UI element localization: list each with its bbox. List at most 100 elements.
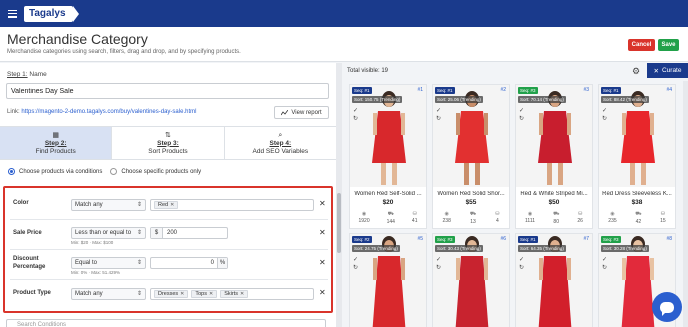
check-icon[interactable]: ✓ [436,256,441,263]
position-label: #5 [417,236,423,242]
operator-select[interactable]: Equal to ⇕ [71,257,146,269]
cart-stat: ⛟ 144 [387,211,395,225]
cart-icon: ⛟ [553,211,560,217]
check-icon[interactable]: ✓ [353,256,358,263]
price-input[interactable]: $ 200 [150,227,228,239]
check-icon[interactable]: ✓ [602,107,607,114]
remove-condition-icon[interactable]: ✕ [319,199,326,208]
card-actions: ✓ ↻ [353,107,358,122]
remove-condition-icon[interactable]: ✕ [319,258,326,267]
value-tag-input[interactable]: Dresses ✕ Tops ✕ Skirts ✕ [150,288,314,300]
results-scrollbar[interactable] [683,81,688,327]
cart-count: 13 [470,219,476,225]
product-card[interactable]: Seq: #3 Sort: 70.14 (Trending) #3 ✓ ↻ Red & W… [515,84,593,229]
refresh-icon[interactable]: ↻ [602,115,607,122]
check-icon[interactable]: ✓ [519,256,524,263]
category-link[interactable]: https://magento-2-demo.tagalys.com/buy/v… [21,109,196,115]
menu-icon[interactable] [8,9,17,18]
condition-row-discount: Discount Percentage Equal to ⇕ Min: 0% ·… [10,250,328,280]
value-tag-input[interactable]: Red ✕ [150,199,314,211]
product-card[interactable]: Seq: #3 Sort: 30.43 (Trending) #6 ✓ ↻ [432,233,510,327]
view-report-button[interactable]: View report [274,106,329,119]
product-card[interactable]: Seq: #1 Sort: 88.42 (Trending) #4 ✓ ↻ Red Dre… [598,84,676,229]
refresh-icon[interactable]: ↻ [353,264,358,271]
search-icon: ⌕ [278,131,283,139]
step-tabs: ▦ Step 2: Find Products ⇅ Step 3: Sort P… [0,126,336,160]
operator-select[interactable]: Match any ⇕ [71,288,146,300]
tag-label: Skirts [224,291,238,297]
card-actions: ✓ ↻ [436,107,441,122]
total-visible-count: Total visible: 19 [347,68,389,74]
tab-seo-variables[interactable]: ⌕ Step 4: Add SEO Variables [225,127,336,159]
radio-conditions[interactable]: Choose products via conditions [8,168,102,175]
discount-input[interactable]: 0 % [150,257,228,269]
operator-value: Equal to [75,260,98,266]
radio-unselected-icon [110,168,118,175]
check-icon[interactable]: ✓ [436,107,441,114]
gear-icon[interactable]: ⚙ [632,66,640,77]
step-4-label: Add SEO Variables [252,147,309,155]
remove-tag-icon[interactable]: ✕ [209,291,213,297]
top-bar: Tagalys [0,0,688,27]
scrollbar-thumb[interactable] [337,193,341,253]
category-name-input[interactable] [6,83,329,99]
cancel-button[interactable]: Cancel [628,39,655,51]
sequence-badge: Seq: #1 [352,87,372,94]
product-mode-radios: Choose products via conditions Choose sp… [8,168,201,175]
refresh-icon[interactable]: ↻ [436,264,441,271]
product-name: Women Red Self-Solid ... [354,191,422,197]
sort-score-badge: Sort: 30.43 (Trending) [435,245,483,252]
currency-prefix: $ [151,228,163,238]
range-hint: Min: $20 · Max: $100 [71,240,114,245]
sort-score-badge: Sort: 30.28 (Trending) [601,245,649,252]
check-icon[interactable]: ✓ [602,256,607,263]
select-caret-icon: ⇕ [136,260,142,266]
refresh-icon[interactable]: ↻ [519,264,524,271]
product-card[interactable]: Seq: #1 Sort: 25.06 (Trending) #2 ✓ ↻ Women R… [432,84,510,229]
radio-conditions-label: Choose products via conditions [19,168,103,175]
operator-value: Match any [75,202,103,208]
check-icon[interactable]: ✓ [353,107,358,114]
page-header: Merchandise Category Merchandise categor… [0,27,688,62]
sequence-badge: Seq: #3 [601,236,621,243]
curate-button[interactable]: ✕ Curate [647,63,688,78]
save-button[interactable]: Save [658,39,679,51]
refresh-icon[interactable]: ↻ [436,115,441,122]
editor-panel: Step 1: Name Link: https://magento-2-dem… [0,63,336,327]
basket-icon: ⛁ [578,211,583,217]
remove-tag-icon[interactable]: ✕ [180,291,184,297]
sequence-badge: Seq: #1 [601,87,621,94]
product-card[interactable]: Seq: #1 Sort: 150.75 (Trending) #1 ✓ ↻ Women … [349,84,427,229]
refresh-icon[interactable]: ↻ [353,115,358,122]
operator-select[interactable]: Match any ⇕ [71,199,146,211]
step-2-label: Find Products [35,147,76,155]
cart-stat: ⛟ 42 [635,211,641,225]
refresh-icon[interactable]: ↻ [519,115,524,122]
remove-condition-icon[interactable]: ✕ [319,228,326,237]
tagalys-logo[interactable]: Tagalys [24,5,78,22]
card-actions: ✓ ↻ [602,107,607,122]
product-price: $55 [465,199,477,206]
remove-tag-icon[interactable]: ✕ [170,202,174,208]
cart-icon: ⛟ [387,211,394,217]
product-card[interactable]: Seq: #1 Sort: 64.35 (Trending) #7 ✓ ↻ [515,233,593,327]
sort-score-badge: Sort: 24.75 (Trending) [352,245,400,252]
remove-tag-icon[interactable]: ✕ [240,291,244,297]
page-subtitle: Merchandise categories using search, fil… [7,49,241,55]
radio-specific-products[interactable]: Choose specific products only [110,168,201,175]
refresh-icon[interactable]: ↻ [602,264,607,271]
check-icon[interactable]: ✓ [519,107,524,114]
sequence-badge: Seq: #3 [518,87,538,94]
sort-score-badge: Sort: 70.14 (Trending) [518,96,566,103]
category-link-row: Link: https://magento-2-demo.tagalys.com… [7,109,196,115]
product-card[interactable]: Seq: #2 Sort: 24.75 (Trending) #5 ✓ ↻ [349,233,427,327]
step-3-label: Sort Products [148,147,188,155]
search-conditions-input[interactable]: Search Conditions [6,319,326,327]
operator-select[interactable]: Less than or equal to ⇕ [71,227,146,239]
tab-find-products[interactable]: ▦ Step 2: Find Products [0,127,113,159]
position-label: #2 [500,87,506,93]
remove-condition-icon[interactable]: ✕ [319,288,326,297]
tab-sort-products[interactable]: ⇅ Step 3: Sort Products [112,127,225,159]
chat-launcher-button[interactable] [652,292,682,322]
cart-stat: ⛟ 13 [470,211,476,225]
